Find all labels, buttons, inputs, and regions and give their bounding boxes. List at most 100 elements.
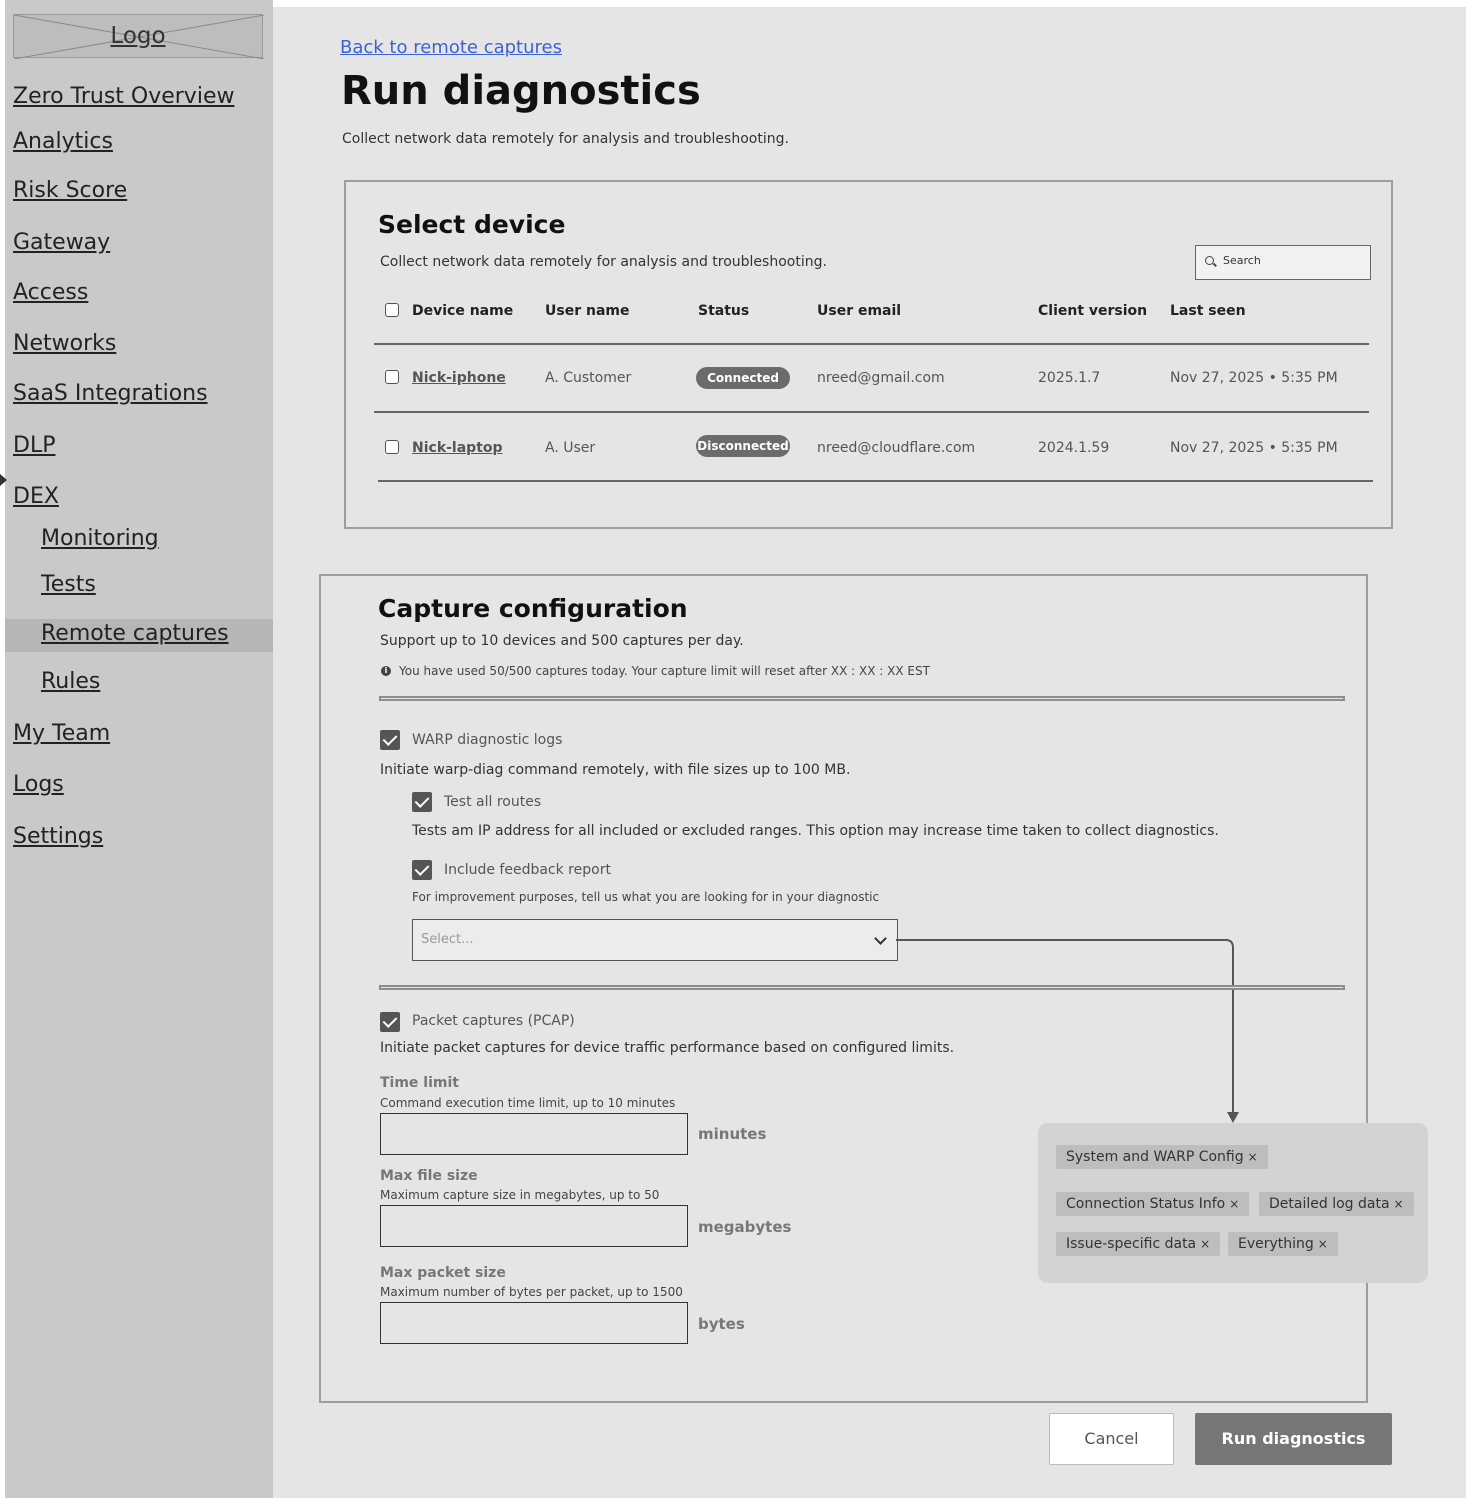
- info-icon: i: [381, 666, 391, 676]
- packet-captures-description: Initiate packet captures for device traf…: [380, 1040, 955, 1056]
- remove-tag-icon[interactable]: ×: [1318, 1237, 1328, 1251]
- sidebar-item-rules[interactable]: Rules: [41, 669, 100, 694]
- capture-configuration-description: Support up to 10 devices and 500 capture…: [380, 633, 744, 649]
- table-header-divider: [374, 343, 1369, 345]
- last-seen: Nov 27, 2025 • 5:35 PM: [1170, 370, 1338, 386]
- remove-tag-icon[interactable]: ×: [1229, 1197, 1239, 1211]
- diagnostic-purpose-select[interactable]: Select...: [412, 919, 898, 961]
- cancel-button[interactable]: Cancel: [1049, 1413, 1174, 1465]
- column-header-client-version[interactable]: Client version: [1038, 303, 1147, 319]
- sidebar-item-dlp[interactable]: DLP: [13, 433, 55, 458]
- column-header-status[interactable]: Status: [698, 303, 749, 319]
- last-seen: Nov 27, 2025 • 5:35 PM: [1170, 440, 1338, 456]
- sidebar-item-logs[interactable]: Logs: [13, 772, 64, 797]
- option-tag[interactable]: Issue-specific data ×: [1056, 1232, 1221, 1256]
- column-header-user-name[interactable]: User name: [545, 303, 629, 319]
- search-icon: [1205, 256, 1214, 265]
- run-diagnostics-button[interactable]: Run diagnostics: [1195, 1413, 1392, 1465]
- capture-usage-note: You have used 50/500 captures today. You…: [399, 664, 930, 678]
- max-packet-size-unit: bytes: [698, 1315, 745, 1333]
- sidebar-item-networks[interactable]: Networks: [13, 331, 116, 356]
- table-row-divider: [378, 480, 1373, 482]
- search-input[interactable]: [1195, 245, 1371, 280]
- capture-configuration-title: Capture configuration: [378, 594, 688, 623]
- column-header-user-email[interactable]: User email: [817, 303, 901, 319]
- chevron-down-icon: [874, 932, 887, 945]
- sidebar-item-monitoring[interactable]: Monitoring: [41, 526, 159, 551]
- max-file-size-unit: megabytes: [698, 1218, 792, 1236]
- table-row-divider: [374, 411, 1369, 413]
- status-badge: Connected: [696, 367, 790, 389]
- sidebar-item-zero-trust-overview[interactable]: Zero Trust Overview: [13, 84, 234, 109]
- max-packet-size-label: Max packet size: [380, 1265, 506, 1281]
- warp-logs-checkbox[interactable]: [380, 730, 400, 750]
- packet-captures-label: Packet captures (PCAP): [412, 1013, 575, 1029]
- warp-logs-label: WARP diagnostic logs: [412, 732, 563, 748]
- time-limit-unit: minutes: [698, 1125, 767, 1143]
- max-packet-size-input[interactable]: [380, 1302, 688, 1344]
- user-name: A. Customer: [545, 370, 632, 386]
- option-tag[interactable]: Everything ×: [1228, 1232, 1338, 1256]
- section-divider: [379, 985, 1345, 990]
- device-name-link[interactable]: Nick-iphone: [412, 370, 506, 386]
- sidebar: [5, 0, 273, 1498]
- client-version: 2024.1.59: [1038, 440, 1110, 456]
- user-email: nreed@gmail.com: [817, 370, 945, 386]
- option-tag-label: Everything: [1238, 1236, 1314, 1252]
- sidebar-item-saas-integrations[interactable]: SaaS Integrations: [13, 381, 208, 406]
- dropdown-connector-arrow-icon: [896, 939, 1239, 1123]
- select-device-description: Collect network data remotely for analys…: [380, 254, 827, 270]
- sidebar-item-settings[interactable]: Settings: [13, 824, 103, 849]
- user-email: nreed@cloudflare.com: [817, 440, 976, 456]
- logo: Logo: [13, 14, 264, 59]
- sidebar-item-gateway[interactable]: Gateway: [13, 230, 110, 255]
- collapse-arrow-icon[interactable]: [0, 474, 7, 486]
- sidebar-item-remote-captures[interactable]: Remote captures: [41, 621, 229, 646]
- option-tag-label: Connection Status Info: [1066, 1196, 1226, 1212]
- option-tag[interactable]: System and WARP Config ×: [1056, 1145, 1268, 1169]
- client-version: 2025.1.7: [1038, 370, 1101, 386]
- user-name: A. User: [545, 440, 596, 456]
- test-all-routes-description: Tests am IP address for all included or …: [412, 823, 1219, 839]
- search-field[interactable]: [1221, 253, 1365, 268]
- sidebar-item-my-team[interactable]: My Team: [13, 721, 110, 746]
- warp-logs-description: Initiate warp-diag command remotely, wit…: [380, 762, 851, 778]
- option-tag[interactable]: Detailed log data ×: [1259, 1192, 1414, 1216]
- packet-captures-checkbox[interactable]: [380, 1012, 400, 1032]
- option-tag-label: Issue-specific data: [1066, 1236, 1197, 1252]
- page-title: Run diagnostics: [341, 68, 701, 114]
- section-divider: [379, 696, 1345, 701]
- option-tag-label: Detailed log data: [1269, 1196, 1390, 1212]
- sidebar-item-dex[interactable]: DEX: [13, 484, 59, 509]
- time-limit-label: Time limit: [380, 1075, 459, 1091]
- device-name-link[interactable]: Nick-laptop: [412, 440, 503, 456]
- remove-tag-icon[interactable]: ×: [1248, 1150, 1258, 1164]
- select-placeholder: Select...: [421, 932, 474, 947]
- include-feedback-description: For improvement purposes, tell us what y…: [412, 890, 880, 904]
- select-device-title: Select device: [378, 210, 566, 239]
- status-badge: Disconnected: [696, 435, 790, 457]
- remove-tag-icon[interactable]: ×: [1200, 1237, 1210, 1251]
- select-all-checkbox[interactable]: [385, 303, 399, 317]
- logo-text: Logo: [110, 23, 166, 49]
- sidebar-item-analytics[interactable]: Analytics: [13, 129, 113, 154]
- test-all-routes-label: Test all routes: [444, 794, 542, 810]
- include-feedback-label: Include feedback report: [444, 862, 611, 878]
- row-checkbox[interactable]: [385, 440, 399, 454]
- max-file-size-label: Max file size: [380, 1168, 478, 1184]
- include-feedback-checkbox[interactable]: [412, 860, 432, 880]
- option-tag-label: System and WARP Config: [1066, 1149, 1244, 1165]
- back-link[interactable]: Back to remote captures: [340, 37, 562, 58]
- option-tag[interactable]: Connection Status Info ×: [1056, 1192, 1250, 1216]
- max-packet-size-hint: Maximum number of bytes per packet, up t…: [380, 1285, 683, 1299]
- column-header-device-name[interactable]: Device name: [412, 303, 513, 319]
- row-checkbox[interactable]: [385, 370, 399, 384]
- sidebar-item-access[interactable]: Access: [13, 280, 88, 305]
- sidebar-item-risk-score[interactable]: Risk Score: [13, 178, 127, 203]
- time-limit-input[interactable]: [380, 1113, 688, 1155]
- test-all-routes-checkbox[interactable]: [412, 792, 432, 812]
- remove-tag-icon[interactable]: ×: [1394, 1197, 1404, 1211]
- column-header-last-seen[interactable]: Last seen: [1170, 303, 1246, 319]
- max-file-size-input[interactable]: [380, 1205, 688, 1247]
- sidebar-item-tests[interactable]: Tests: [41, 572, 96, 597]
